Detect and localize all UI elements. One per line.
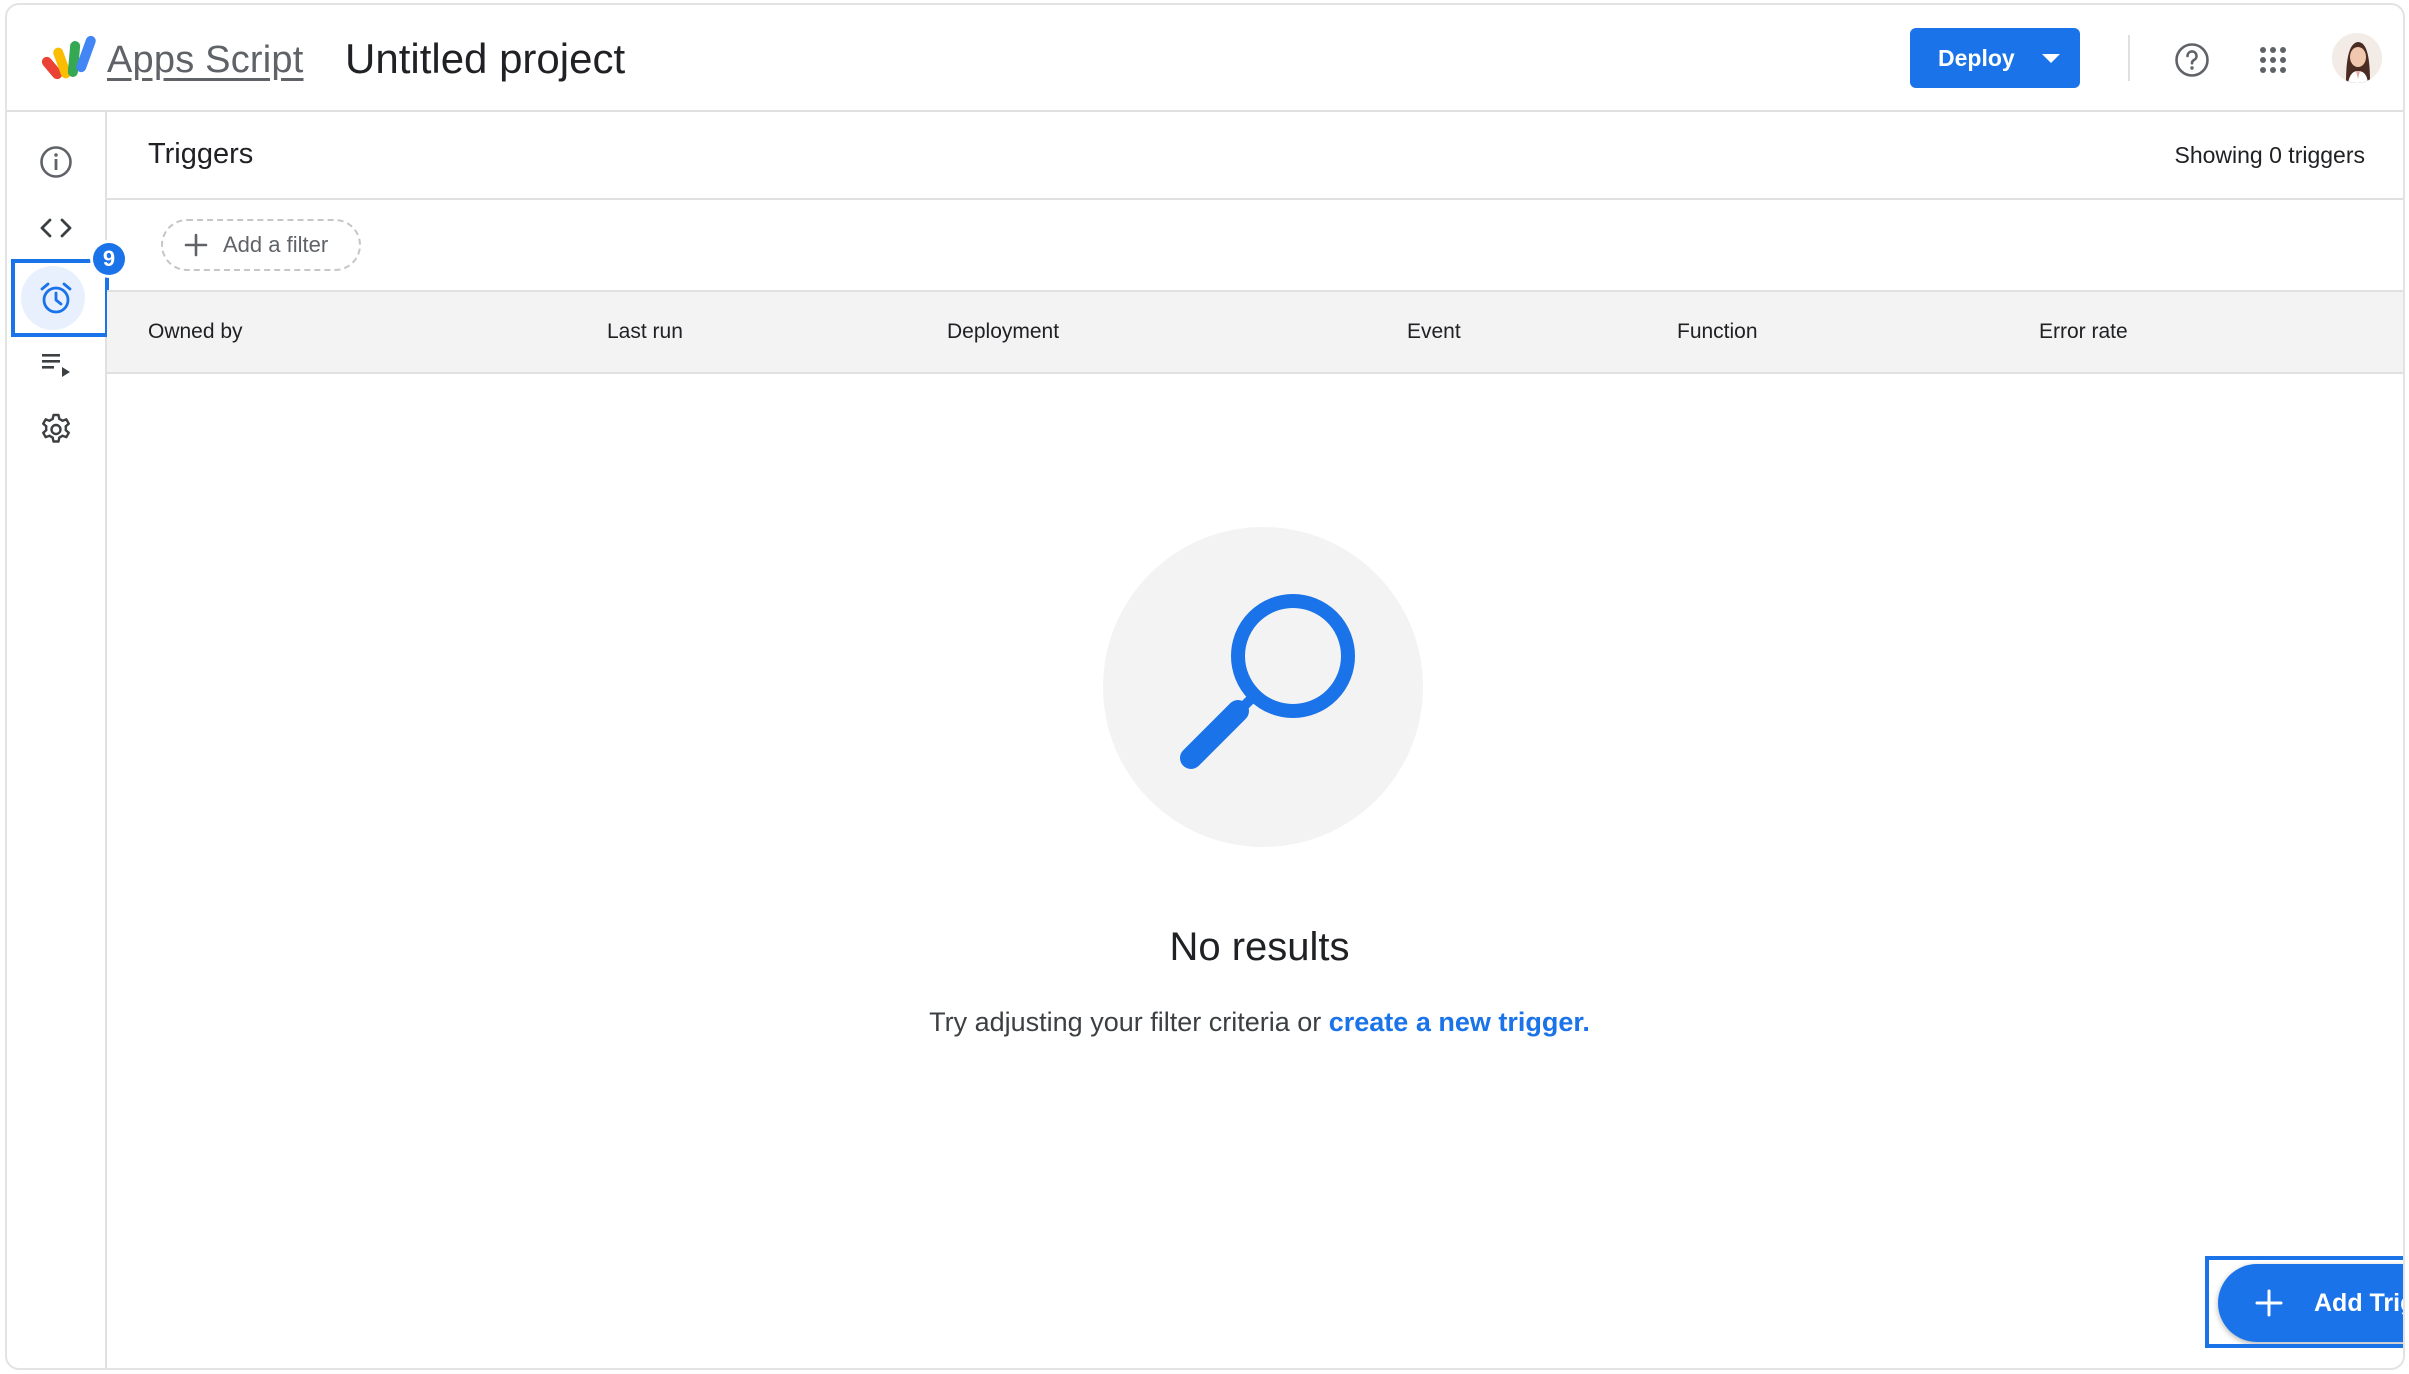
gear-icon	[42, 413, 70, 443]
apps-script-logo[interactable]	[41, 33, 101, 81]
deploy-button[interactable]: Deploy	[1910, 28, 2080, 88]
triggers-panel: Triggers Showing 0 triggers Add a filter…	[107, 112, 2403, 1368]
triggers-highlight-box	[11, 259, 109, 337]
code-icon	[40, 218, 72, 238]
table-header: Owned by Last run Deployment Event Funct…	[107, 290, 2403, 374]
executions-icon	[42, 354, 70, 377]
google-apps-icon[interactable]	[2259, 46, 2287, 74]
top-bar: Apps Script Untitled project Deploy	[7, 5, 2403, 112]
deploy-label: Deploy	[1938, 44, 2015, 71]
empty-state-message: Try adjusting your filter criteria or cr…	[107, 1007, 2403, 1038]
column-deployment[interactable]: Deployment	[947, 320, 1059, 344]
sidebar-item-executions[interactable]	[7, 334, 105, 394]
trigger-count: Showing 0 triggers	[2174, 142, 2366, 168]
empty-state-text: Try adjusting your filter criteria or	[929, 1007, 1329, 1037]
column-owned-by[interactable]: Owned by	[148, 320, 243, 344]
info-icon	[40, 146, 72, 178]
empty-state-illustration	[1103, 527, 1423, 847]
column-function[interactable]: Function	[1677, 320, 1758, 344]
left-nav: 9	[7, 112, 125, 1368]
add-trigger-highlight-box	[2205, 1256, 2403, 1348]
empty-state-title: No results	[1169, 925, 1350, 969]
plus-icon	[184, 233, 208, 257]
account-avatar[interactable]	[2332, 33, 2382, 83]
column-event[interactable]: Event	[1407, 320, 1461, 344]
sidebar-item-overview[interactable]	[7, 132, 105, 192]
add-filter-button[interactable]: Add a filter	[161, 219, 361, 271]
project-title[interactable]: Untitled project	[345, 35, 625, 83]
header-divider	[2128, 35, 2130, 81]
title-divider	[107, 198, 2403, 200]
column-last-run[interactable]: Last run	[607, 320, 683, 344]
create-trigger-link[interactable]: create a new trigger.	[1329, 1007, 1590, 1037]
sidebar-item-settings[interactable]	[7, 400, 105, 460]
magnifier-icon	[1180, 594, 1355, 769]
help-icon[interactable]	[2174, 42, 2210, 78]
app-name-link[interactable]: Apps Script	[107, 39, 304, 82]
column-error-rate[interactable]: Error rate	[2039, 320, 2128, 344]
sidebar-item-editor[interactable]	[7, 198, 105, 258]
add-filter-label: Add a filter	[223, 232, 329, 257]
app-window: Apps Script Untitled project Deploy 9 Tr…	[5, 3, 2405, 1370]
page-title: Triggers	[148, 138, 254, 170]
caret-down-icon	[2042, 54, 2060, 63]
